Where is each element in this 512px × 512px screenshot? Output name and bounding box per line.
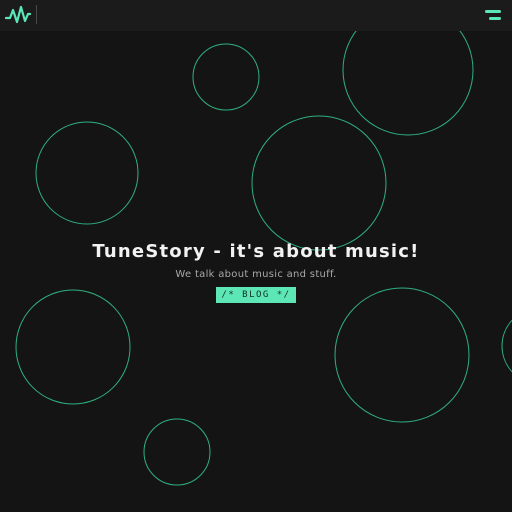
decorative-circle xyxy=(143,418,211,486)
decorative-circle xyxy=(15,289,131,405)
decorative-circle xyxy=(501,319,512,373)
hamburger-menu-icon[interactable] xyxy=(483,8,503,22)
blog-button[interactable]: /* BLOG */ xyxy=(216,287,296,303)
hero-section: TuneStory - it's about music! We talk ab… xyxy=(0,240,512,303)
menu-bar-top xyxy=(485,10,501,13)
soundwave-logo-icon[interactable] xyxy=(5,4,31,26)
menu-bar-bottom xyxy=(489,17,501,20)
page: TuneStory - it's about music! We talk ab… xyxy=(0,0,512,512)
hero-subtitle: We talk about music and stuff. xyxy=(175,269,337,280)
decorative-circle xyxy=(251,115,387,251)
decorative-circle xyxy=(192,43,260,111)
logo-divider xyxy=(36,5,37,24)
decorative-circle xyxy=(334,287,470,423)
hero-title: TuneStory - it's about music! xyxy=(92,241,420,262)
decorative-circle xyxy=(35,121,139,225)
top-navigation-bar xyxy=(0,0,512,31)
